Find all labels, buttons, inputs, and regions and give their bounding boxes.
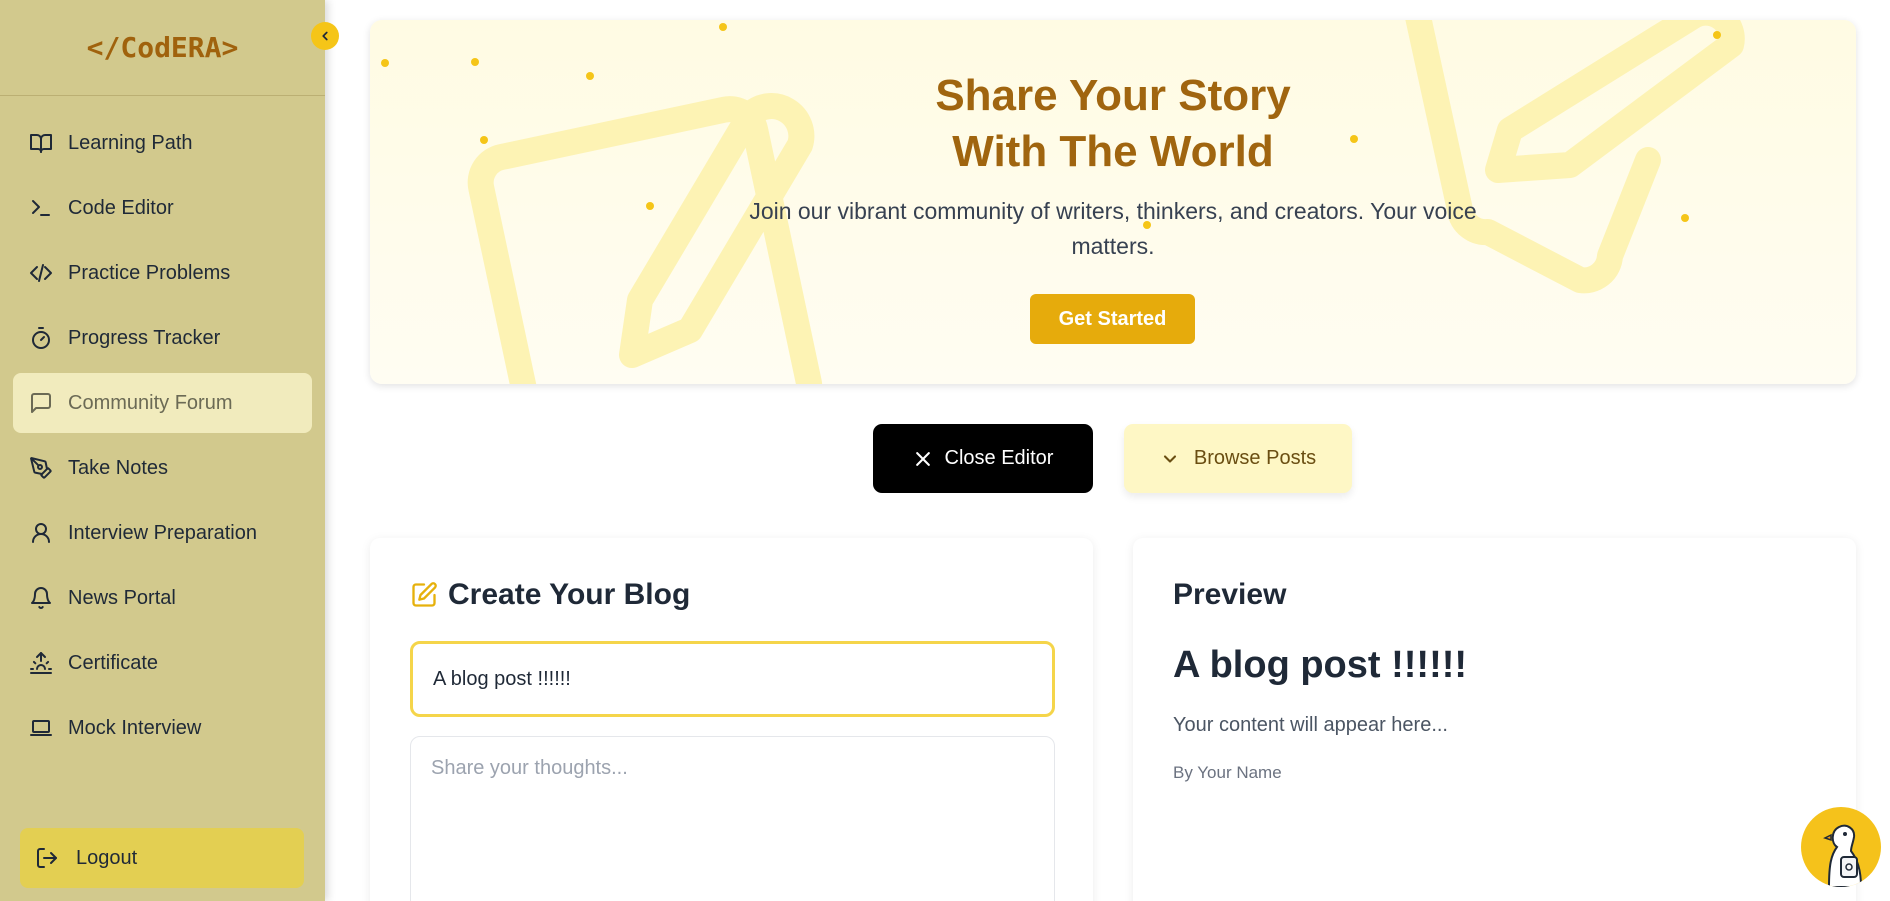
sidebar-item-progress-tracker[interactable]: Progress Tracker [13, 308, 312, 368]
sidebar-item-certificate[interactable]: Certificate [13, 633, 312, 693]
hero-subtitle: Join our vibrant community of writers, t… [749, 198, 1477, 259]
decor-dot [646, 202, 654, 210]
bell-icon [28, 585, 54, 611]
preview-card: Preview A blog post !!!!!! Your content … [1133, 538, 1856, 901]
sidebar-item-learning-path[interactable]: Learning Path [13, 113, 312, 173]
hero-banner: Share Your Story With The World Join our… [370, 20, 1856, 384]
code-icon [28, 260, 54, 286]
sidebar-item-label: Code Editor [68, 196, 174, 219]
sidebar-item-practice-problems[interactable]: Practice Problems [13, 243, 312, 303]
preview-title: A blog post !!!!!! [1173, 644, 1468, 686]
pen-tool-icon [28, 455, 54, 481]
sidebar: </CodERA> Learning Path Code Editor Prac… [0, 0, 325, 901]
close-icon [913, 449, 945, 469]
editor-heading-text: Create Your Blog [448, 578, 691, 611]
blog-content-input[interactable] [410, 736, 1055, 901]
preview-content: Your content will appear here... [1173, 714, 1448, 736]
message-square-icon [28, 390, 54, 416]
sidebar-item-news-portal[interactable]: News Portal [13, 568, 312, 628]
sidebar-item-take-notes[interactable]: Take Notes [13, 438, 312, 498]
sidebar-item-label: Take Notes [68, 456, 169, 479]
browse-posts-button[interactable]: Browse Posts [1124, 424, 1352, 493]
chevron-down-icon [1160, 449, 1194, 469]
terminal-icon [28, 195, 54, 221]
decor-dot [1681, 214, 1689, 222]
preview-heading: Preview [1173, 578, 1287, 611]
close-editor-button[interactable]: Close Editor [873, 424, 1093, 493]
laptop-icon [28, 715, 54, 741]
browse-posts-label: Browse Posts [1193, 447, 1317, 469]
sidebar-item-code-editor[interactable]: Code Editor [13, 178, 312, 238]
sidebar-collapse-button[interactable] [311, 22, 339, 50]
edit-icon [410, 581, 448, 609]
sidebar-item-mock-interview[interactable]: Mock Interview [13, 698, 312, 758]
sidebar-nav: Learning Path Code Editor Practice Probl… [13, 113, 312, 763]
log-out-icon [34, 845, 60, 871]
brand-header: </CodERA> [0, 0, 325, 96]
book-open-icon [28, 130, 54, 156]
decor-dot [471, 58, 479, 66]
duck-mascot-icon [1823, 824, 1863, 887]
sidebar-item-community-forum[interactable]: Community Forum [13, 373, 312, 433]
hero-title-line1: Share Your Story [935, 71, 1291, 120]
sidebar-item-label: Interview Preparation [68, 521, 257, 544]
blog-title-input[interactable] [410, 641, 1055, 717]
timer-icon [28, 325, 54, 351]
blog-editor-card: Create Your Blog [370, 538, 1093, 901]
chevron-left-icon [318, 29, 332, 43]
sidebar-item-label: News Portal [68, 586, 176, 609]
sidebar-item-label: Community Forum [68, 391, 233, 414]
sidebar-item-label: Progress Tracker [68, 326, 221, 349]
user-icon [28, 520, 54, 546]
hero-title: Share Your Story With The World [370, 68, 1856, 180]
sidebar-item-label: Practice Problems [68, 261, 231, 284]
get-started-button[interactable]: Get Started [1030, 294, 1195, 344]
sidebar-item-label: Learning Path [68, 131, 193, 154]
decor-dot [719, 23, 727, 31]
close-editor-label: Close Editor [944, 447, 1054, 469]
sunrise-icon [28, 650, 54, 676]
decor-dot [381, 59, 389, 67]
logo-text[interactable]: </CodERA> [87, 31, 239, 64]
editor-heading: Create Your Blog [410, 578, 690, 612]
decor-dot [1713, 31, 1721, 39]
sidebar-item-label: Mock Interview [68, 716, 202, 739]
logout-button[interactable]: Logout [20, 828, 304, 888]
sidebar-item-label: Certificate [68, 651, 159, 674]
hero-title-line2: With The World [952, 127, 1274, 176]
chatbot-mascot-button[interactable] [1801, 807, 1881, 887]
preview-author: By Your Name [1173, 763, 1282, 782]
sidebar-item-interview-preparation[interactable]: Interview Preparation [13, 503, 312, 563]
logout-label: Logout [76, 846, 138, 869]
